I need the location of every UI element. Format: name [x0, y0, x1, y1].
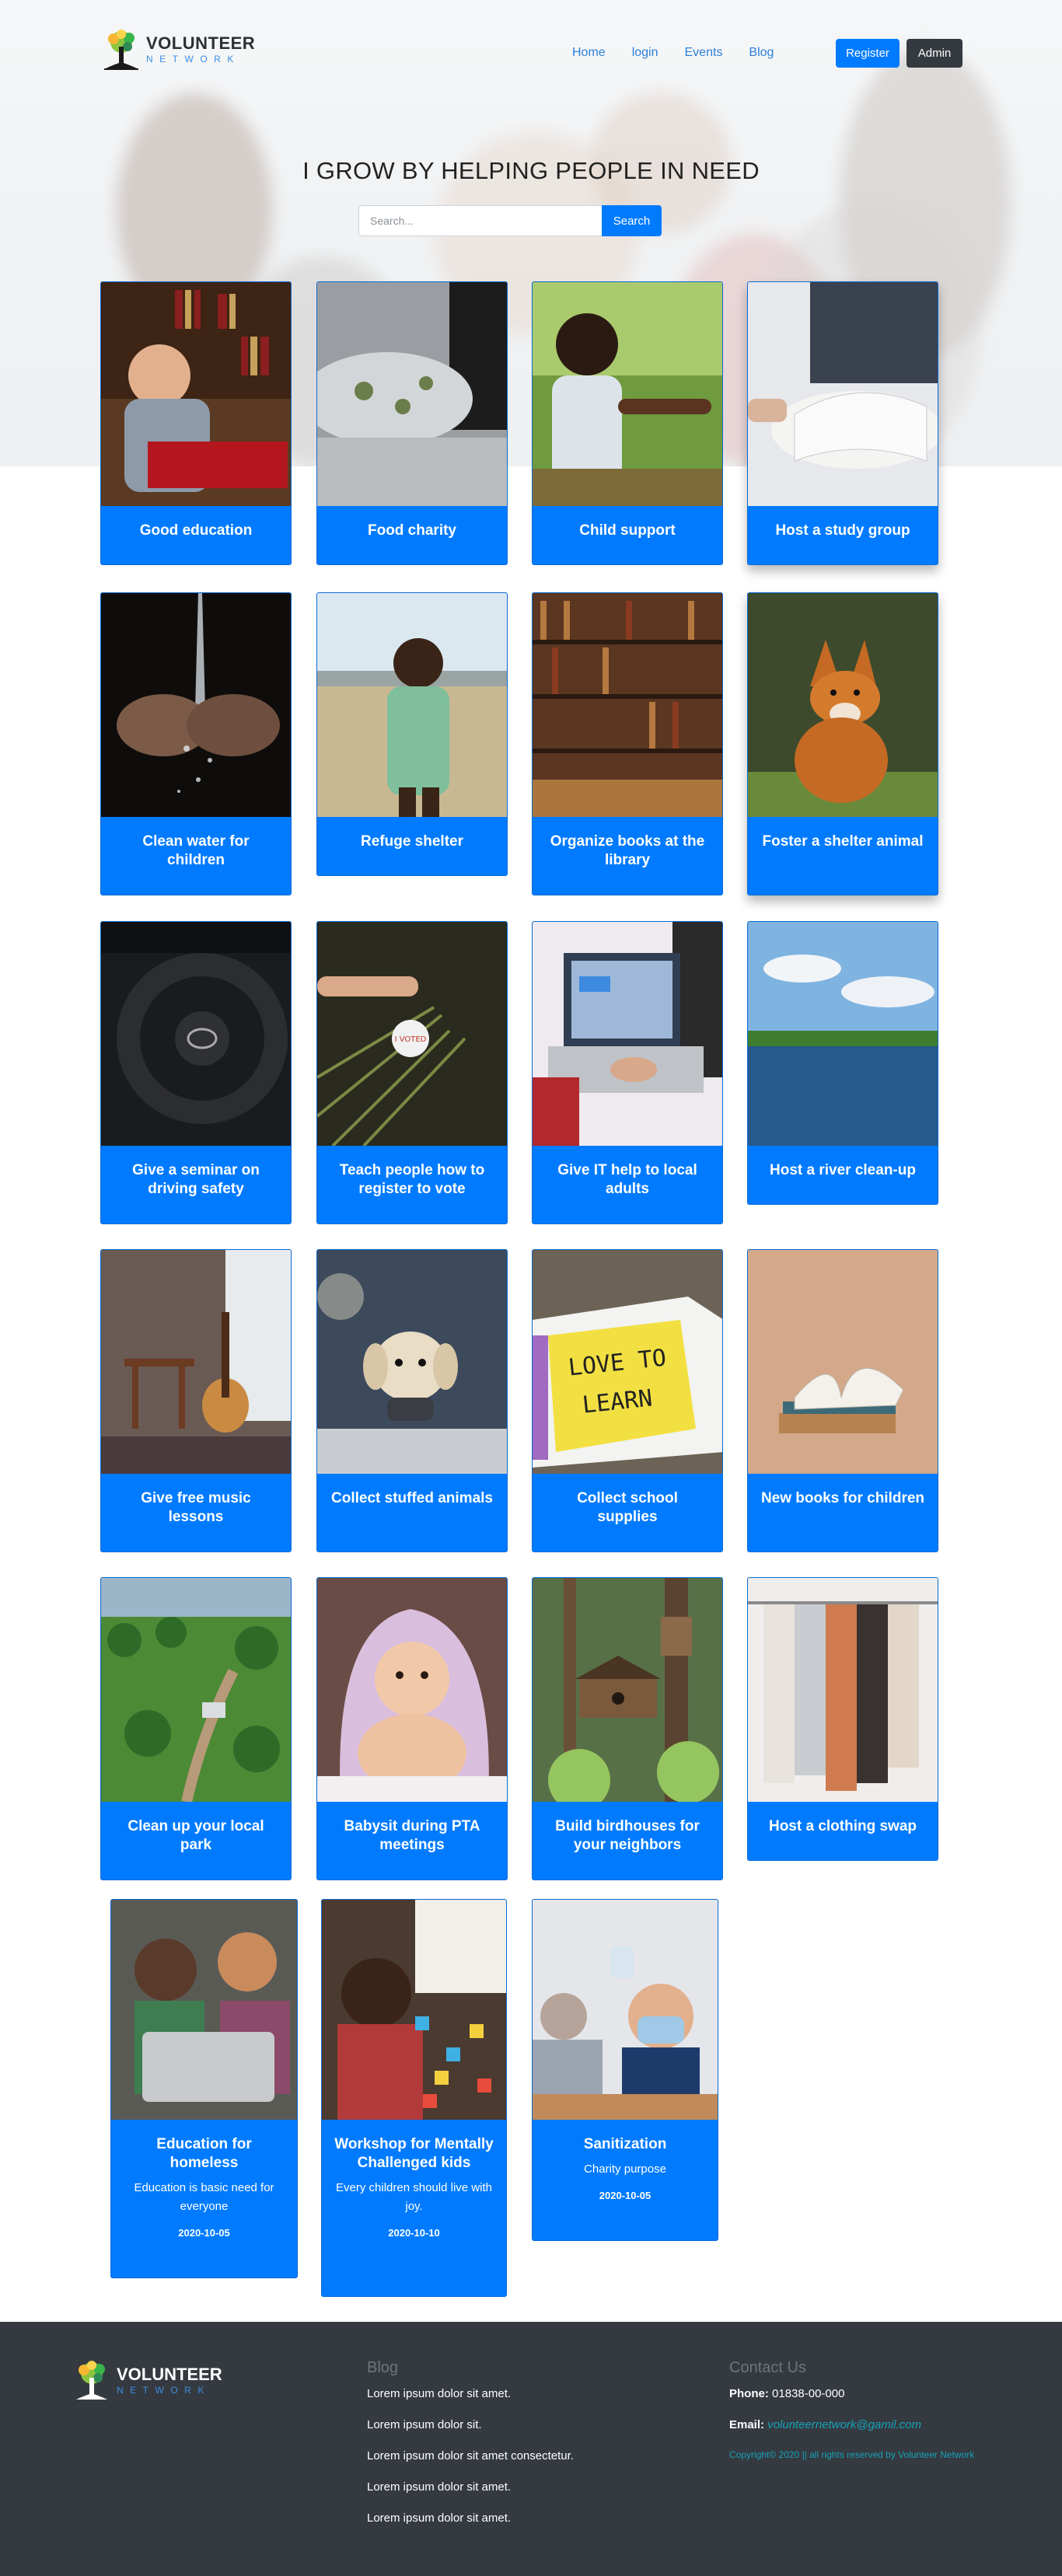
event-title: Sanitization [583, 2136, 667, 2152]
footer-blog-link[interactable]: Lorem ipsum dolor sit amet. [367, 2511, 574, 2542]
card-clean-water[interactable]: Clean water for children [100, 592, 292, 895]
card-title: Organize books at the library [550, 833, 705, 868]
card-title: Host a clothing swap [768, 1818, 917, 1834]
card-title: Give a seminar on driving safety [132, 1162, 260, 1197]
event-date: 2020-10-05 [178, 2227, 230, 2239]
card-title: Clean up your local park [128, 1818, 264, 1853]
tree-logo-icon [72, 2359, 112, 2403]
card-host-study-group[interactable]: Host a study group [747, 281, 938, 565]
card-title: Babysit during PTA meetings [344, 1818, 480, 1853]
event-card-education-homeless[interactable]: Education for homeless Education is basi… [110, 1899, 298, 2278]
card-title: Clean water for children [142, 833, 250, 868]
card-title: Refuge shelter [361, 833, 463, 850]
card-image [748, 1578, 938, 1802]
card-title: Give free music lessons [141, 1490, 251, 1525]
card-image [533, 1900, 718, 2120]
card-image [317, 282, 507, 506]
footer-contact-title: Contact Us [729, 2359, 806, 2376]
svg-text:I VOTED: I VOTED [395, 1035, 427, 1044]
card-child-support[interactable]: Child support [532, 281, 723, 565]
footer-blog-link[interactable]: Lorem ipsum dolor sit. [367, 2417, 574, 2449]
event-description: Charity purpose [584, 2162, 666, 2176]
card-organize-books[interactable]: Organize books at the library [532, 592, 723, 895]
card-title: Give IT help to local adults [557, 1162, 697, 1197]
card-image [101, 1250, 291, 1474]
card-image [101, 1578, 291, 1802]
card-music-lessons[interactable]: Give free music lessons [100, 1249, 292, 1552]
card-title: Host a river clean-up [770, 1162, 916, 1178]
card-clothing-swap[interactable]: Host a clothing swap [747, 1577, 938, 1861]
card-title: Collect stuffed animals [331, 1490, 493, 1506]
card-title: Teach people how to register to vote [339, 1162, 485, 1197]
card-image [317, 1578, 507, 1802]
card-title: Collect school supplies [577, 1490, 678, 1525]
footer-blog-link[interactable]: Lorem ipsum dolor sit amet. [367, 2480, 574, 2511]
card-food-charity[interactable]: Food charity [316, 281, 508, 565]
card-birdhouses[interactable]: Build birdhouses for your neighbors [532, 1577, 723, 1880]
event-date: 2020-10-05 [599, 2190, 652, 2201]
card-image [111, 1900, 297, 2120]
event-title: Education for homeless [156, 2136, 252, 2171]
footer-blog-title: Blog [367, 2359, 399, 2376]
card-image [748, 282, 938, 506]
card-image [748, 593, 938, 817]
event-card-sanitization[interactable]: Sanitization Charity purpose 2020-10-05 [532, 1899, 718, 2241]
card-it-help[interactable]: Give IT help to local adults [532, 921, 723, 1224]
card-image [317, 593, 507, 817]
card-image [533, 282, 722, 506]
volunteer-card-grid: Good education Food charity Child suppor… [0, 0, 1062, 2316]
event-description: Education is basic need for everyone [134, 2181, 274, 2213]
email-label: Email: [729, 2418, 765, 2431]
footer-logo[interactable]: VOLUNTEER NETWORK [72, 2359, 222, 2403]
card-title: Food charity [367, 522, 456, 539]
phone-value: 01838-00-000 [772, 2387, 845, 2400]
card-image: I VOTED [317, 922, 507, 1146]
card-image [322, 1900, 506, 2120]
footer-brand-subname: NETWORK [117, 2385, 211, 2396]
card-image [533, 922, 722, 1146]
phone-label: Phone: [729, 2387, 769, 2400]
card-image: LOVE TO LEARN [533, 1250, 722, 1474]
event-card-workshop[interactable]: Workshop for Mentally Challenged kids Ev… [321, 1899, 507, 2297]
card-good-education[interactable]: Good education [100, 281, 292, 565]
footer-blog-link[interactable]: Lorem ipsum dolor sit amet consectetur. [367, 2449, 574, 2480]
card-clean-park[interactable]: Clean up your local park [100, 1577, 292, 1880]
email-link[interactable]: volunteernetwork@gamil.com [767, 2418, 921, 2431]
card-image [317, 1250, 507, 1474]
contact-email: Email: volunteernetwork@gamil.com [729, 2417, 974, 2449]
card-river-cleanup[interactable]: Host a river clean-up [747, 921, 938, 1205]
card-refuge-shelter[interactable]: Refuge shelter [316, 592, 508, 876]
card-driving-safety[interactable]: Give a seminar on driving safety [100, 921, 292, 1224]
contact-phone: Phone: 01838-00-000 [729, 2386, 974, 2417]
card-image [533, 1578, 722, 1802]
card-foster-animal[interactable]: Foster a shelter animal [747, 592, 938, 895]
card-register-to-vote[interactable]: I VOTED Teach people how to register to … [316, 921, 508, 1224]
footer-blog-link[interactable]: Lorem ipsum dolor sit amet. [367, 2386, 574, 2417]
card-babysit[interactable]: Babysit during PTA meetings [316, 1577, 508, 1880]
event-title: Workshop for Mentally Challenged kids [334, 2136, 494, 2171]
card-title: Child support [579, 522, 676, 539]
footer-brand-name: VOLUNTEER [117, 2365, 222, 2384]
card-image [101, 282, 291, 506]
copyright-text: Copyright© 2020 || all rights reserved b… [729, 2449, 975, 2460]
card-title: Good education [139, 522, 253, 539]
event-date: 2020-10-10 [388, 2227, 440, 2239]
card-title: Build birdhouses for your neighbors [555, 1818, 700, 1853]
card-image [101, 593, 291, 817]
footer-contact: Phone: 01838-00-000 Email: volunteernetw… [729, 2386, 974, 2461]
card-image [748, 922, 938, 1146]
card-stuffed-animals[interactable]: Collect stuffed animals [316, 1249, 508, 1552]
event-description: Every children should live with joy. [336, 2181, 492, 2213]
card-new-books[interactable]: New books for children [747, 1249, 938, 1552]
site-footer: VOLUNTEER NETWORK Blog Lorem ipsum dolor… [0, 2322, 1062, 2576]
card-school-supplies[interactable]: LOVE TO LEARN Collect school supplies [532, 1249, 723, 1552]
card-title: Host a study group [775, 522, 910, 539]
card-title: New books for children [760, 1490, 925, 1506]
card-image [101, 922, 291, 1146]
card-image [748, 1250, 938, 1474]
card-title: Foster a shelter animal [762, 833, 924, 850]
card-image [533, 593, 722, 817]
footer-blog-list: Lorem ipsum dolor sit amet. Lorem ipsum … [367, 2386, 574, 2542]
